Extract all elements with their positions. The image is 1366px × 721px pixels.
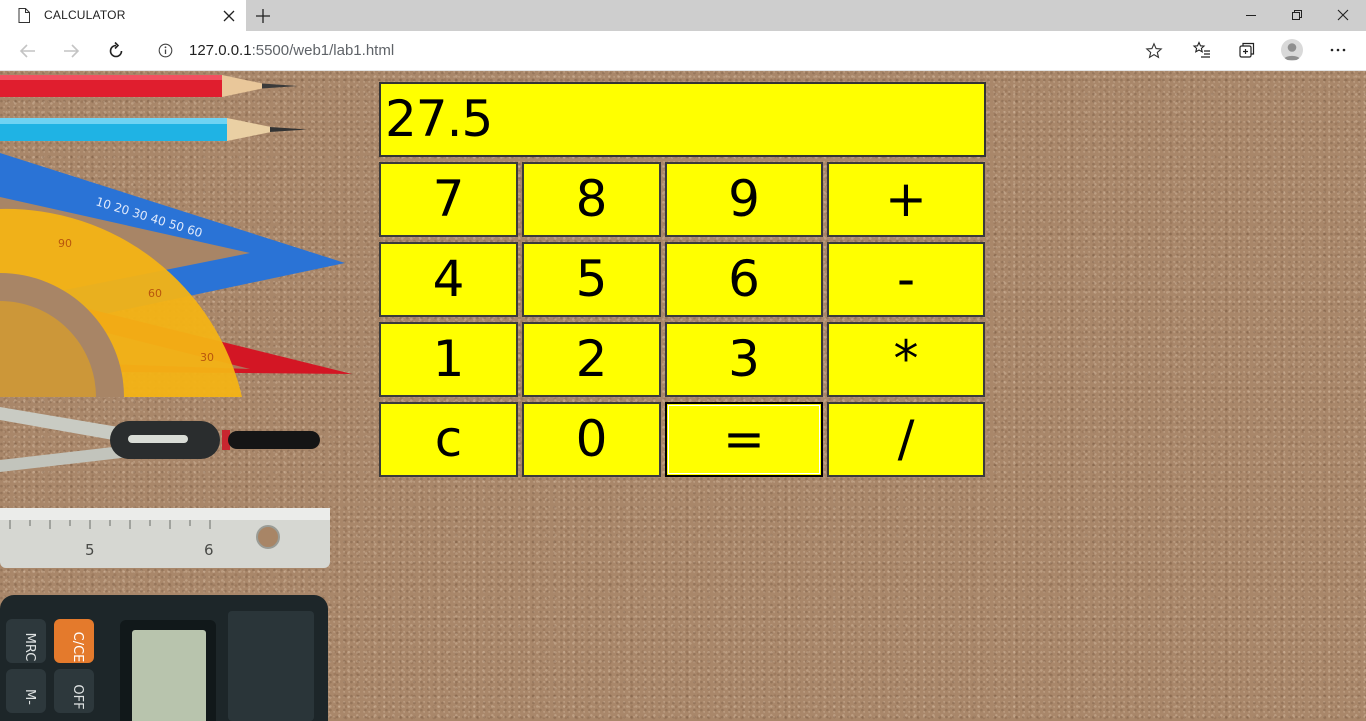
browser-tab[interactable]: CALCULATOR — [0, 0, 246, 31]
red-pencil-icon — [0, 75, 298, 97]
address-bar: 127.0.0.1:5500/web1/lab1.html — [0, 31, 1366, 71]
restore-button[interactable] — [1274, 0, 1320, 31]
svg-text:60: 60 — [148, 287, 162, 300]
back-icon[interactable] — [18, 41, 38, 61]
key-plus[interactable]: + — [827, 162, 985, 237]
metal-ruler-icon: 5 6 — [0, 508, 330, 568]
more-menu-icon[interactable] — [1328, 40, 1348, 60]
key-minus[interactable]: - — [827, 242, 985, 317]
url-field[interactable]: 127.0.0.1:5500/web1/lab1.html — [144, 35, 1174, 66]
url-path: :5500/web1/lab1.html — [251, 42, 395, 59]
compass-tool-icon — [0, 407, 320, 472]
key-0[interactable]: 0 — [522, 402, 661, 477]
desk-calc-label-cce: C/CE — [70, 632, 85, 663]
key-5[interactable]: 5 — [522, 242, 661, 317]
key-equals[interactable]: = — [665, 402, 823, 477]
minimize-button[interactable] — [1228, 0, 1274, 31]
svg-text:90: 90 — [58, 237, 72, 250]
key-1[interactable]: 1 — [379, 322, 518, 397]
key-7[interactable]: 7 — [379, 162, 518, 237]
ruler-number-5: 5 — [85, 541, 95, 559]
favorites-icon[interactable] — [1192, 40, 1212, 60]
key-9[interactable]: 9 — [665, 162, 823, 237]
key-4[interactable]: 4 — [379, 242, 518, 317]
collections-icon[interactable] — [1237, 40, 1257, 60]
key-6[interactable]: 6 — [665, 242, 823, 317]
close-tab-icon[interactable] — [222, 9, 236, 23]
key-multiply[interactable]: * — [827, 322, 985, 397]
profile-icon — [1283, 43, 1301, 60]
blue-pencil-icon — [0, 118, 307, 141]
desk-calc-label-mminus: M- — [22, 689, 37, 705]
tab-title: CALCULATOR — [44, 8, 126, 22]
restore-icon — [1292, 10, 1302, 20]
key-2[interactable]: 2 — [522, 322, 661, 397]
svg-text:30: 30 — [200, 351, 214, 364]
calculator-display[interactable]: 27.5 — [379, 82, 986, 157]
desk-background-illustration: 10 20 30 40 50 60 90 60 30 5 6 MRC C/CE … — [0, 75, 352, 721]
page-icon — [18, 8, 30, 23]
desk-calculator-icon: MRC C/CE M- OFF — [0, 595, 328, 721]
desk-calc-label-mrc: MRC — [22, 633, 37, 662]
minimize-icon — [1246, 15, 1256, 16]
key-3[interactable]: 3 — [665, 322, 823, 397]
desk-calc-label-off: OFF — [70, 684, 85, 709]
new-tab-icon[interactable] — [254, 7, 272, 25]
key-clear[interactable]: c — [379, 402, 518, 477]
key-8[interactable]: 8 — [522, 162, 661, 237]
url-text: 127.0.0.1:5500/web1/lab1.html — [189, 42, 394, 59]
profile-avatar[interactable] — [1281, 39, 1303, 61]
close-window-button[interactable] — [1320, 0, 1366, 31]
info-icon[interactable] — [158, 43, 173, 58]
favorite-star-icon[interactable] — [1145, 42, 1163, 60]
url-host: 127.0.0.1 — [189, 42, 252, 59]
browser-titlebar: CALCULATOR — [0, 0, 1366, 31]
ruler-number-6: 6 — [204, 541, 214, 559]
key-divide[interactable]: / — [827, 402, 985, 477]
forward-icon[interactable] — [61, 41, 81, 61]
page-viewport: 10 20 30 40 50 60 90 60 30 5 6 MRC C/CE … — [0, 71, 1366, 721]
refresh-icon[interactable] — [106, 41, 126, 61]
close-icon — [1337, 9, 1349, 21]
